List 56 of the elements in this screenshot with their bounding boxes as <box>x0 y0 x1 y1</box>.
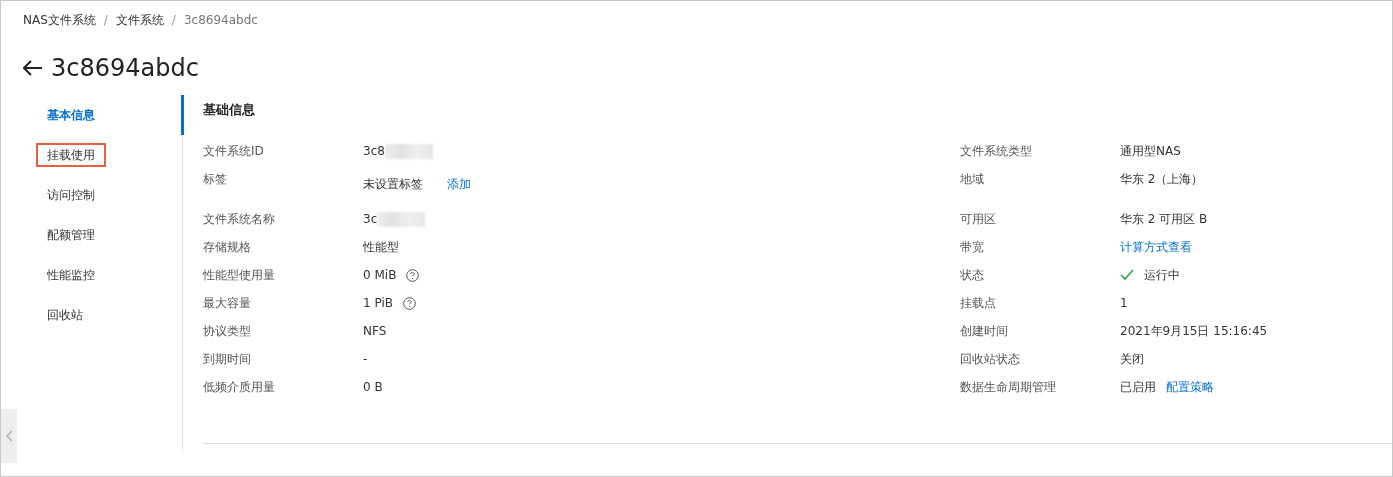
field-value: 性能型 <box>363 239 399 255</box>
field-value: 0 MiB <box>363 267 397 283</box>
field-label: 标签 <box>203 171 228 187</box>
field-value: 已启用 <box>1120 379 1156 395</box>
field-value: 关闭 <box>1120 351 1144 367</box>
field-value: 运行中 <box>1144 267 1180 283</box>
field-label: 存储规格 <box>203 239 252 255</box>
active-indicator <box>181 95 184 135</box>
field-value: 2021年9月15日 15:16:45 <box>1120 323 1268 339</box>
field-value: 华东 2（上海） <box>1120 171 1204 187</box>
field-value: NFS <box>363 323 387 339</box>
field-label: 文件系统ID <box>203 143 265 159</box>
field-value: 1 <box>1120 295 1128 311</box>
field-value: 0 B <box>363 379 383 395</box>
breadcrumb-item: 3c8694abdc <box>183 13 258 27</box>
link[interactable]: 添加 <box>447 176 471 192</box>
field-label: 挂载点 <box>960 295 997 311</box>
field-value: 3c <box>363 211 378 227</box>
field-label: 创建时间 <box>960 323 1009 339</box>
field-value: 1 PiB <box>363 295 393 311</box>
field-label: 数据生命周期管理 <box>960 379 1057 395</box>
field-label: 最大容量 <box>203 295 252 311</box>
field-label: 状态 <box>960 267 985 283</box>
field-label: 可用区 <box>960 211 997 227</box>
help-icon[interactable] <box>406 268 420 282</box>
breadcrumb-item[interactable]: NAS文件系统 <box>23 11 96 29</box>
sidebar-item[interactable]: 回收站 <box>36 303 94 327</box>
sidebar-item[interactable]: 性能监控 <box>36 263 106 287</box>
chevron-left-icon <box>5 430 13 442</box>
field-label: 低频介质用量 <box>203 379 276 395</box>
field-value: - <box>363 351 368 367</box>
field-value: 未设置标签 <box>363 176 423 192</box>
field-value: 通用型NAS <box>1120 143 1181 159</box>
field-label: 文件系统名称 <box>203 211 276 227</box>
field-label: 带宽 <box>960 239 985 255</box>
back-arrow-icon[interactable] <box>23 60 43 76</box>
field-label: 文件系统类型 <box>960 143 1033 159</box>
breadcrumb-separator: / <box>171 13 176 27</box>
sidebar-item[interactable]: 配额管理 <box>36 223 106 247</box>
field-value: 3c8 <box>363 143 385 159</box>
field-label: 地域 <box>960 171 985 187</box>
link[interactable]: 计算方式查看 <box>1120 239 1192 255</box>
field-label: 性能型使用量 <box>203 267 276 283</box>
breadcrumb-item[interactable]: 文件系统 <box>115 11 164 29</box>
field-label: 到期时间 <box>203 351 252 367</box>
section-title: 基础信息 <box>203 101 256 119</box>
breadcrumb-separator: / <box>103 13 108 27</box>
sidebar-item[interactable]: 挂载使用 <box>36 143 106 167</box>
sidebar-item[interactable]: 基本信息 <box>36 103 106 127</box>
field-label: 回收站状态 <box>960 351 1021 367</box>
help-icon[interactable] <box>403 296 416 310</box>
field-value: 华东 2 可用区 B <box>1120 211 1208 227</box>
sidebar-item[interactable]: 访问控制 <box>36 183 106 207</box>
field-label: 协议类型 <box>203 323 252 339</box>
link[interactable]: 配置策略 <box>1166 379 1214 395</box>
page-title: 3c8694abdc <box>51 54 199 82</box>
